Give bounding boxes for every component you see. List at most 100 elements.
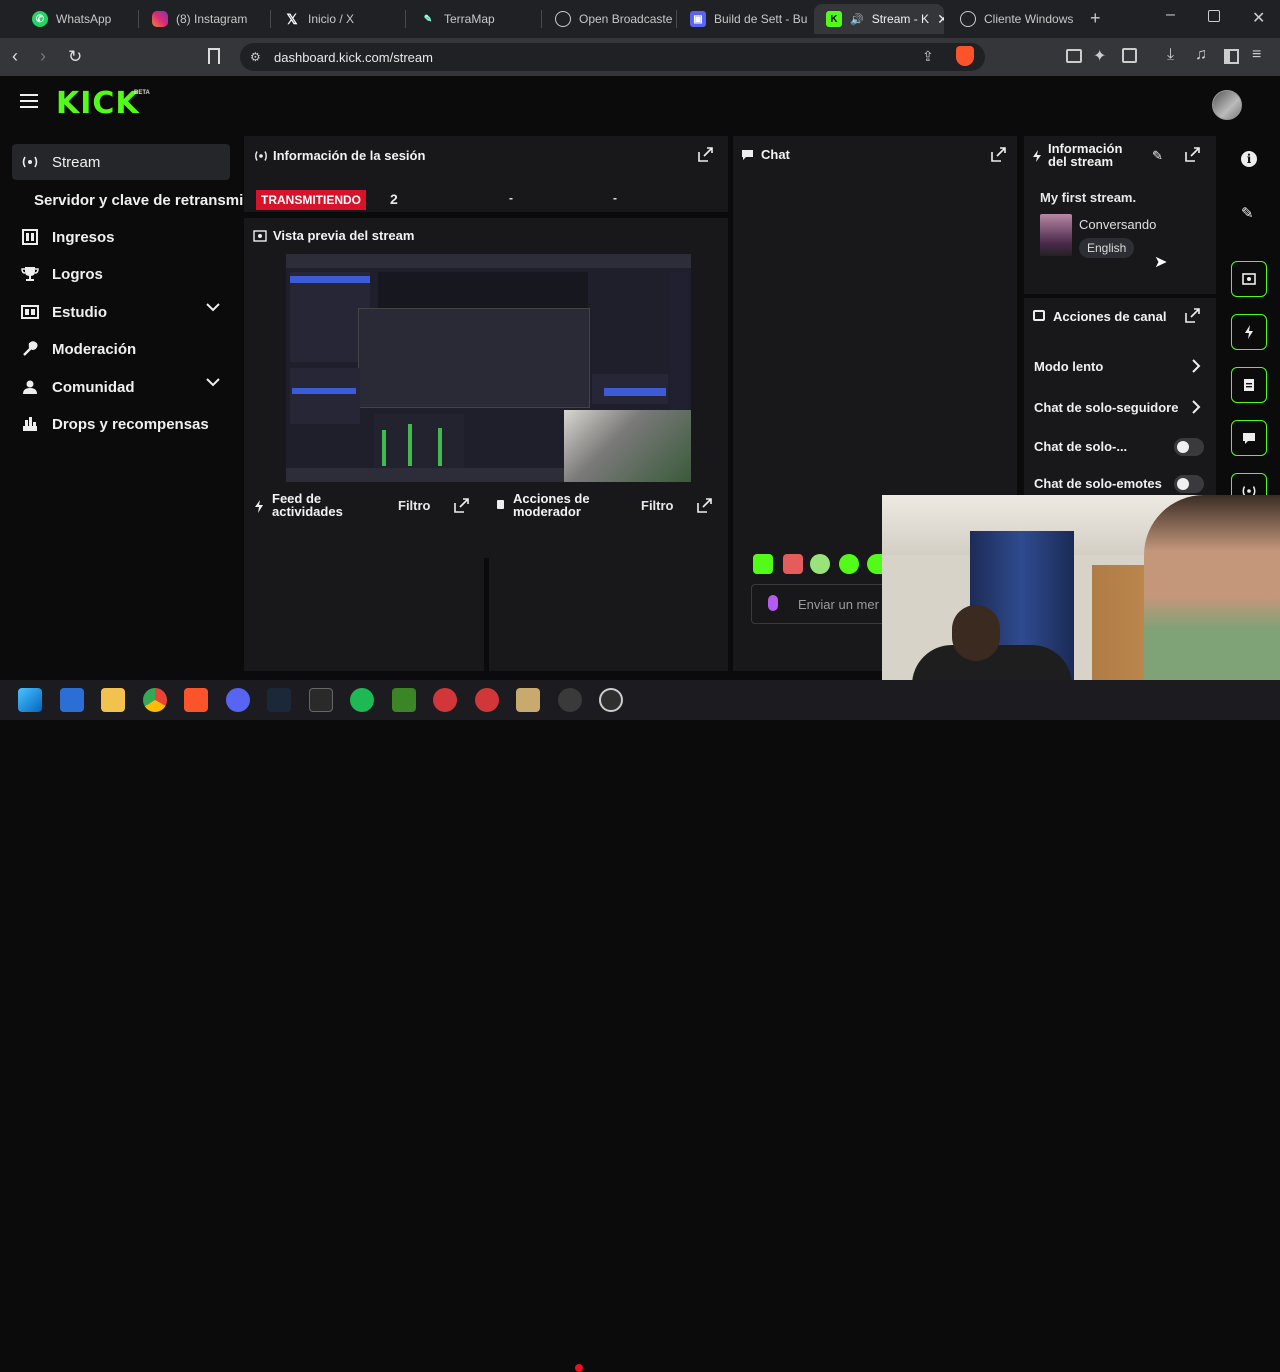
chat-input-placeholder: Enviar un mer (798, 597, 879, 612)
microphone-icon[interactable] (768, 595, 778, 611)
sidebar-item-ingresos[interactable]: Ingresos (12, 219, 230, 255)
hamburger-menu-icon[interactable] (20, 94, 38, 108)
game-app-icon[interactable] (433, 688, 457, 712)
edit-pencil-icon[interactable]: ✎ (1152, 148, 1163, 164)
chevron-right-icon[interactable] (1192, 400, 1201, 414)
avatar[interactable] (1212, 90, 1242, 120)
emotes-only-toggle[interactable] (1174, 475, 1204, 493)
tab-obs[interactable]: Open Broadcaste (543, 4, 673, 34)
epic-games-icon[interactable] (309, 688, 333, 712)
wallet-icon[interactable] (1066, 49, 1082, 63)
back-icon[interactable]: ‹ (12, 46, 18, 67)
sidebar-item-drops[interactable]: Drops y recompensas (12, 406, 230, 442)
brave-icon[interactable] (184, 688, 208, 712)
chat-button[interactable] (1231, 420, 1267, 456)
site-settings-icon[interactable]: ⚙ (250, 50, 261, 64)
steam-icon[interactable] (267, 688, 291, 712)
bookmark-icon[interactable] (208, 48, 220, 64)
tab-kick-stream[interactable]: K 🔊 Stream - K ✕ (814, 4, 944, 34)
address-bar[interactable]: ⚙ dashboard.kick.com/stream ⇪ (240, 43, 985, 71)
reload-icon[interactable]: ↻ (68, 47, 82, 67)
sidebar-toggle-icon[interactable] (1224, 49, 1239, 64)
chevron-down-icon[interactable] (206, 378, 220, 387)
popout-icon[interactable] (991, 147, 1007, 163)
tab-terramap[interactable]: ✎ TerraMap (408, 4, 538, 34)
popout-icon[interactable] (697, 498, 713, 514)
menu-icon[interactable]: ≡ (1252, 46, 1261, 64)
popout-icon[interactable] (1185, 147, 1201, 163)
slow-mode-row[interactable]: Modo lento (1034, 359, 1103, 374)
emote-icon[interactable] (783, 554, 803, 574)
notes-button[interactable] (1231, 367, 1267, 403)
store-icon[interactable] (60, 688, 84, 712)
tab-whatsapp[interactable]: ✆ WhatsApp (20, 4, 138, 34)
obs-icon[interactable] (558, 688, 582, 712)
maximize-icon[interactable] (1208, 10, 1220, 22)
kick-logo[interactable]: KICK (56, 86, 140, 121)
sidebar-item-estudio[interactable]: Estudio (12, 294, 230, 330)
tab-cliente-windows[interactable]: Cliente Windows (948, 4, 1078, 34)
chevron-right-icon[interactable] (1192, 359, 1201, 373)
emote-icon[interactable] (753, 554, 773, 574)
x-icon: 𝕏 (286, 10, 298, 27)
file-explorer-icon[interactable] (101, 688, 125, 712)
edit-pencil-icon[interactable]: ✎ (1241, 204, 1254, 222)
activity-button[interactable] (1231, 314, 1267, 350)
sidebar-item-stream[interactable]: Stream (12, 144, 230, 180)
filter-button[interactable]: Filtro (398, 498, 431, 513)
close-tab-icon[interactable]: ✕ (937, 11, 944, 28)
close-window-icon[interactable]: ✕ (1252, 8, 1265, 28)
popout-icon[interactable] (698, 147, 714, 163)
chat-message-input[interactable]: Enviar un mer (751, 584, 901, 624)
new-tab-icon[interactable]: + (1090, 8, 1101, 29)
download-icon[interactable]: ⤓ (1167, 46, 1174, 64)
speaker-icon: 🔊 (850, 13, 864, 26)
media-icon[interactable]: ♫ (1195, 46, 1207, 64)
lightning-icon (254, 500, 264, 513)
panel-title-line: actividades (272, 504, 343, 519)
emote-icon[interactable] (867, 554, 883, 574)
league-of-legends-icon[interactable] (516, 688, 540, 712)
terramap-icon: ✎ (423, 13, 433, 25)
category-thumbnail[interactable] (1040, 214, 1072, 256)
sidebar-item-label: Logros (52, 265, 103, 283)
url-text: dashboard.kick.com/stream (274, 50, 433, 65)
windows-start-icon[interactable] (18, 688, 42, 712)
stream-preview-video[interactable] (286, 254, 691, 482)
app-icon[interactable] (599, 688, 623, 712)
spotify-icon[interactable] (350, 688, 374, 712)
chrome-icon[interactable] (143, 688, 167, 712)
popout-icon[interactable] (1185, 308, 1201, 324)
followers-only-row[interactable]: Chat de solo-seguidore (1034, 400, 1184, 415)
chevron-down-icon[interactable] (206, 303, 220, 312)
forward-icon[interactable]: › (40, 46, 46, 67)
camera-icon (1242, 273, 1256, 285)
extensions-icon[interactable]: ✦ (1093, 46, 1106, 66)
sidebar-item-logros[interactable]: Logros (12, 256, 230, 292)
broadcast-icon (254, 150, 268, 162)
camera-button[interactable] (1231, 261, 1267, 297)
obs-icon (555, 11, 571, 27)
info-icon[interactable]: i (1241, 151, 1257, 167)
emote-icon[interactable] (839, 554, 859, 574)
share-icon[interactable]: ⇪ (922, 48, 934, 65)
emote-icon[interactable] (810, 554, 830, 574)
tab-label: Stream - K (871, 12, 930, 26)
tab-build-sett[interactable]: ▣ Build de Sett - Bu (678, 4, 808, 34)
discord-icon[interactable] (226, 688, 250, 712)
sidebar-item-comunidad[interactable]: Comunidad (12, 369, 230, 405)
tab-x[interactable]: 𝕏 Inicio / X (272, 4, 402, 34)
brave-shield-icon[interactable] (956, 46, 974, 66)
screenshot-icon[interactable] (1122, 48, 1137, 63)
popout-icon[interactable] (454, 498, 470, 514)
tab-instagram[interactable]: (8) Instagram (140, 4, 270, 34)
sidebar-item-stream-key[interactable]: Servidor y clave de retransmi (26, 182, 246, 218)
live-status-badge: TRANSMITIENDO (256, 190, 366, 210)
filter-button[interactable]: Filtro (641, 498, 674, 513)
sidebar-item-moderacion[interactable]: Moderación (12, 331, 230, 367)
game-app-icon[interactable] (475, 688, 499, 712)
subs-only-toggle[interactable] (1174, 438, 1204, 456)
minimize-icon[interactable]: – (1166, 6, 1175, 24)
category-name[interactable]: Conversando (1079, 217, 1156, 232)
minecraft-icon[interactable] (392, 688, 416, 712)
